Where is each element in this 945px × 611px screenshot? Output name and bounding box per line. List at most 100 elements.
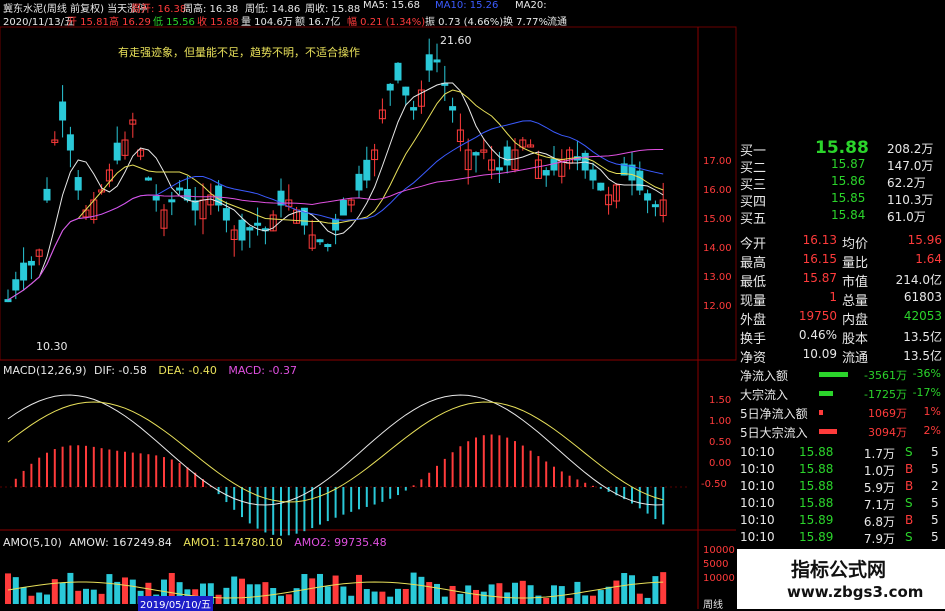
header-field: 流通 (547, 17, 567, 28)
tick-price: 15.89 (799, 513, 834, 527)
analysis-note: 有走强迹象，但量能不足，趋势不明，不适合操作 (118, 46, 360, 59)
quote-value: 42053 (903, 309, 942, 323)
candle-body (152, 195, 160, 201)
quote-value: 1 (829, 290, 837, 304)
amo-bar (519, 580, 526, 604)
amo-bar (387, 596, 394, 604)
tick-vol: 5.9万 (863, 481, 895, 495)
amo-bars (5, 572, 667, 604)
candle-body (410, 107, 418, 111)
amo-bar (356, 574, 362, 604)
quote-label: 均价 (842, 237, 869, 252)
header-field: 幅 0.21 (1.34%) (347, 17, 426, 28)
macd-value: MACD: -0.37 (228, 364, 297, 377)
candle-body (339, 199, 347, 216)
quote-label: 市值 (842, 275, 869, 290)
amo-bar (426, 582, 433, 604)
tick-vol: 7.1万 (863, 498, 895, 512)
candle-body (20, 262, 28, 281)
header-field: 低 15.56 (153, 17, 195, 28)
quote-value: 16.13 (802, 233, 837, 247)
amo-axis-tick: 5000 (703, 559, 729, 570)
quote-value: 16.15 (802, 252, 837, 266)
amo-bar (629, 575, 635, 604)
tick-count: 5 (931, 513, 939, 527)
amo-bar (441, 596, 448, 604)
amo-bar (363, 589, 370, 604)
tick-price: 15.88 (799, 462, 834, 476)
tick-time: 10:10 (740, 513, 775, 527)
quote-label: 现量 (740, 294, 767, 309)
flow-pct: -17% (912, 386, 941, 399)
orderbook-price: 15.86 (831, 174, 866, 188)
amo-bar (90, 589, 97, 604)
candle-body (27, 260, 35, 266)
amo-bar (309, 578, 316, 604)
candle-body (402, 86, 410, 96)
amo-bar (395, 588, 401, 604)
macd-dea: DEA: -0.40 (158, 364, 217, 377)
flow-bar (819, 372, 848, 377)
watermark-badge: 指标公式网 www.zbgs3.com (737, 549, 945, 609)
candle-body (597, 182, 605, 191)
flow-value: 1069万 (868, 407, 907, 420)
candle-body (503, 146, 511, 166)
amo-bar (340, 586, 347, 604)
candle-body (316, 239, 324, 243)
tick-vol: 7.9万 (863, 532, 895, 546)
quote-label: 最低 (740, 275, 767, 290)
quote-label: 今开 (740, 237, 767, 252)
quote-label: 最高 (740, 256, 767, 271)
amo-bar (434, 583, 440, 604)
amo-bar (449, 585, 456, 604)
quote-label: 总量 (842, 294, 869, 309)
amo-bar (644, 597, 651, 604)
quote-panel: 买一 15.88 208.2万 买二 15.87 147.0万 买三 15.86 62.2万 买四… (737, 0, 945, 609)
candle-body (394, 62, 402, 81)
amo-bar (488, 584, 495, 604)
candle-body (651, 204, 659, 208)
quote-label: 内盘 (842, 313, 869, 328)
amo-amo1: AMO1: 114780.10 (183, 536, 283, 549)
amo-bar (535, 595, 542, 604)
amo-bar (551, 585, 557, 604)
candle-body (176, 187, 184, 191)
candle-body (168, 199, 176, 203)
header-field: 收 15.88 (197, 17, 239, 28)
amo-bar (590, 595, 596, 604)
amo-bar (122, 577, 128, 604)
macd-header: MACD(12,26,9) DIF: -0.58 DEA: -0.40 MACD… (3, 364, 297, 377)
flow-label: 净流入额 (740, 369, 789, 383)
amo-bar (262, 582, 269, 604)
candle-body (542, 170, 550, 176)
quote-value: 0.46% (798, 328, 837, 342)
candle-body (113, 142, 121, 161)
candle-body (386, 83, 394, 91)
amo-bar (114, 581, 121, 604)
header-field: 高 16.29 (109, 17, 151, 28)
candle-body (644, 193, 652, 201)
header-field: 量 104.6万 (241, 17, 293, 28)
candle-body (74, 177, 82, 191)
amo-bar (621, 573, 628, 604)
amo-bar (512, 582, 518, 604)
flow-value: -3561万 (864, 369, 907, 382)
candle-body (332, 218, 340, 231)
flow-label: 5日大宗流入 (740, 426, 808, 440)
price-axis-tick: 13.00 (703, 272, 732, 283)
header-field: 额 16.7亿 (295, 17, 341, 28)
amo-bar (402, 588, 409, 604)
tick-time: 10:10 (740, 479, 775, 493)
amo-axis-tick: 10000 (703, 545, 735, 556)
macd-axis-tick: -0.50 (701, 479, 727, 490)
price-axis-tick: 16.00 (703, 185, 732, 196)
candle-body (472, 152, 480, 156)
amo-bar (106, 574, 113, 604)
amo-bar (231, 576, 238, 604)
quote-label: 流通 (842, 351, 869, 366)
quote-label: 外盘 (740, 313, 767, 328)
tick-price: 15.88 (799, 479, 834, 493)
quote-value: 214.0亿 (895, 273, 942, 287)
flow-pct: 1% (923, 405, 941, 418)
tick-side: B (905, 479, 914, 493)
